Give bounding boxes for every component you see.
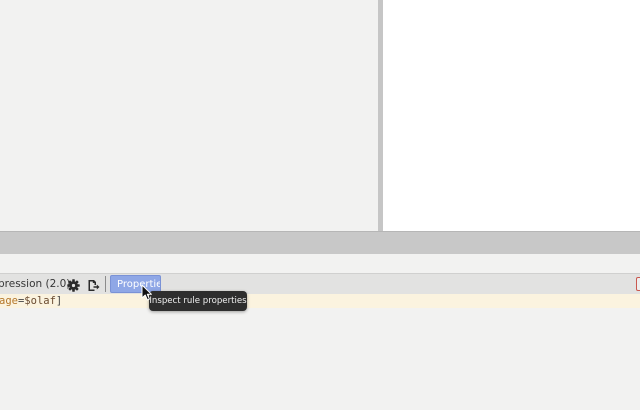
horizontal-splitter[interactable] (0, 231, 640, 254)
expression-bracket: ] (55, 295, 63, 307)
rule-details-area (0, 308, 640, 410)
left-pane (0, 0, 378, 231)
rule-toolbar: pression (2.0) Properties (0, 273, 640, 294)
close-panel-button[interactable] (636, 277, 640, 291)
app-window: pression (2.0) Properties (0, 0, 640, 410)
expression-line[interactable]: age=$olaf] (0, 294, 640, 308)
mouse-pointer-icon (141, 284, 152, 301)
panel-header-spacer (0, 254, 640, 273)
expression-label: pression (2.0) (0, 278, 71, 290)
toolbar-separator (105, 276, 106, 292)
right-pane (383, 0, 640, 231)
gear-icon-svg (67, 279, 80, 292)
expression-attribute: age (0, 295, 18, 307)
expression-variable: $olaf (24, 295, 56, 307)
properties-tooltip: Inspect rule properties (149, 291, 247, 311)
expression-text: age=$olaf] (0, 294, 62, 308)
gear-icon[interactable] (67, 277, 80, 292)
export-icon-svg (88, 280, 100, 291)
export-icon[interactable] (87, 277, 100, 291)
